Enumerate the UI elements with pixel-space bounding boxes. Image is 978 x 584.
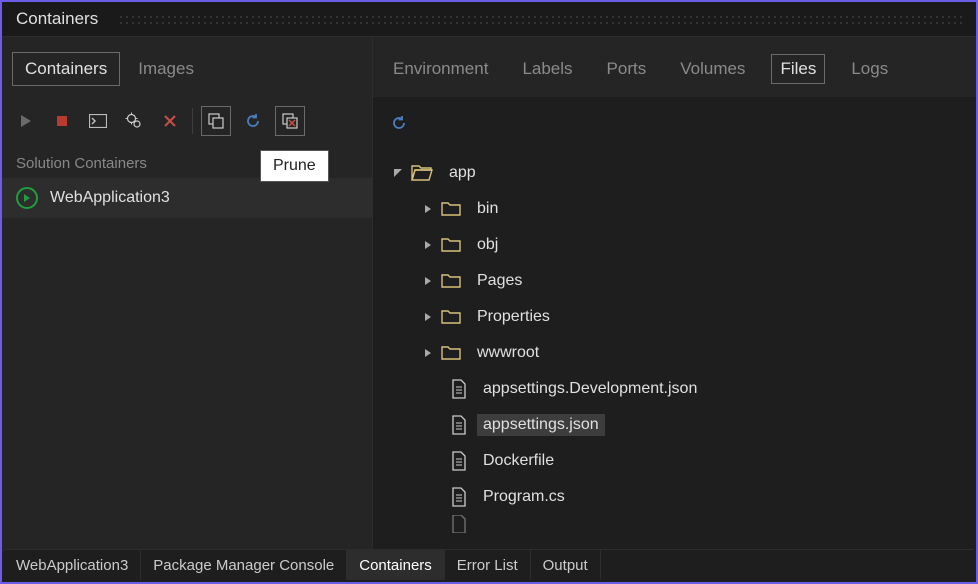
tab-files[interactable]: Files xyxy=(771,54,825,84)
expand-arrow-icon xyxy=(391,166,405,180)
window-title: Containers xyxy=(16,9,98,29)
tree-file[interactable]: appsettings.Development.json xyxy=(377,371,972,407)
grip-area xyxy=(118,14,962,24)
bottom-tool-window-tabs: WebApplication3 Package Manager Console … xyxy=(4,549,974,580)
tree-file[interactable]: Dockerfile xyxy=(377,443,972,479)
tree-folder-properties[interactable]: Properties xyxy=(377,299,972,335)
tree-label: obj xyxy=(471,234,504,256)
folder-icon xyxy=(441,345,461,361)
tree-label: Properties xyxy=(471,306,556,328)
tree-folder-bin[interactable]: bin xyxy=(377,191,972,227)
toolbar-separator xyxy=(192,108,193,134)
folder-icon xyxy=(441,237,461,253)
start-button[interactable] xyxy=(12,107,40,135)
file-icon xyxy=(451,451,467,471)
collapse-arrow-icon xyxy=(421,238,435,252)
folder-icon xyxy=(441,201,461,217)
tree-folder-app[interactable]: app xyxy=(377,155,972,191)
tab-ports[interactable]: Ports xyxy=(599,55,655,83)
bottom-tab-errorlist[interactable]: Error List xyxy=(445,550,531,580)
bottom-tab-containers[interactable]: Containers xyxy=(347,550,445,580)
sidebar-tabs: Containers Images xyxy=(2,37,372,97)
tree-label: wwwroot xyxy=(471,342,545,364)
bottom-tab-webapp[interactable]: WebApplication3 xyxy=(4,550,141,580)
tab-environment[interactable]: Environment xyxy=(385,55,496,83)
files-toolbar xyxy=(373,97,976,149)
windows-button[interactable] xyxy=(201,106,231,136)
tree-file-selected[interactable]: appsettings.json xyxy=(377,407,972,443)
tree-label: app xyxy=(443,162,482,184)
container-name: WebApplication3 xyxy=(50,189,170,207)
tree-label: bin xyxy=(471,198,504,220)
window-titlebar: Containers xyxy=(2,2,976,37)
terminal-button[interactable] xyxy=(84,107,112,135)
tab-logs[interactable]: Logs xyxy=(843,55,896,83)
folder-icon xyxy=(441,273,461,289)
files-refresh-button[interactable] xyxy=(385,109,413,137)
collapse-arrow-icon xyxy=(421,310,435,324)
solution-container-item[interactable]: WebApplication3 xyxy=(2,178,372,218)
file-icon xyxy=(451,379,467,399)
folder-icon xyxy=(441,309,461,325)
files-tree: app bin obj Pages xyxy=(373,149,976,553)
file-icon xyxy=(451,515,467,533)
file-icon xyxy=(451,415,467,435)
tree-folder-pages[interactable]: Pages xyxy=(377,263,972,299)
collapse-arrow-icon xyxy=(421,202,435,216)
prune-tooltip: Prune xyxy=(260,150,329,182)
tree-folder-wwwroot[interactable]: wwwroot xyxy=(377,335,972,371)
tree-file[interactable]: Program.cs xyxy=(377,479,972,515)
sidebar-toolbar xyxy=(2,97,372,145)
refresh-button[interactable] xyxy=(239,107,267,135)
tab-containers[interactable]: Containers xyxy=(12,52,120,86)
running-status-icon xyxy=(16,187,38,209)
stop-button[interactable] xyxy=(48,107,76,135)
collapse-arrow-icon xyxy=(421,346,435,360)
delete-button[interactable] xyxy=(156,107,184,135)
tab-images[interactable]: Images xyxy=(126,53,206,85)
tree-label: Pages xyxy=(471,270,528,292)
tab-labels[interactable]: Labels xyxy=(514,55,580,83)
tree-label: Program.cs xyxy=(477,486,571,508)
bottom-tab-pmc[interactable]: Package Manager Console xyxy=(141,550,347,580)
collapse-arrow-icon xyxy=(421,274,435,288)
tree-label: Dockerfile xyxy=(477,450,560,472)
containers-sidebar: Containers Images xyxy=(2,37,373,553)
detail-tabs: Environment Labels Ports Volumes Files L… xyxy=(373,37,976,97)
tree-label: appsettings.json xyxy=(477,414,605,436)
file-icon xyxy=(451,487,467,507)
open-folder-icon xyxy=(411,164,433,182)
tree-file-partial[interactable] xyxy=(377,515,972,533)
tab-volumes[interactable]: Volumes xyxy=(672,55,753,83)
prune-button[interactable] xyxy=(275,106,305,136)
bottom-tab-output[interactable]: Output xyxy=(531,550,601,580)
settings-button[interactable] xyxy=(120,107,148,135)
container-details: Environment Labels Ports Volumes Files L… xyxy=(373,37,976,553)
tree-folder-obj[interactable]: obj xyxy=(377,227,972,263)
tree-label: appsettings.Development.json xyxy=(477,378,703,400)
